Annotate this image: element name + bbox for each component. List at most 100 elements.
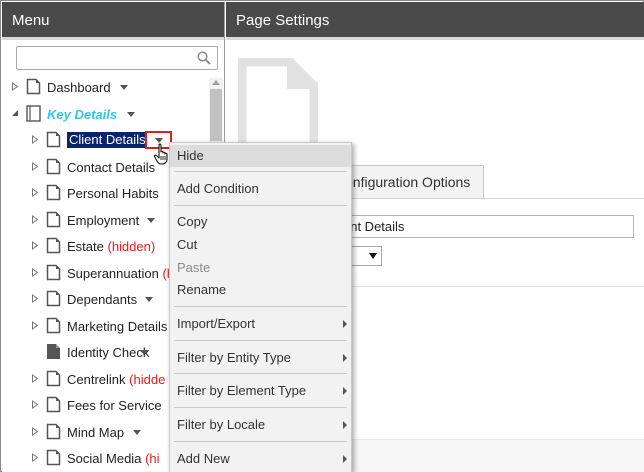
menu-item-filter-by-locale[interactable]: Filter by Locale <box>170 414 351 436</box>
tree-item-label: Key Details <box>47 107 117 122</box>
chevron-down-icon[interactable] <box>120 85 128 90</box>
menu-item-filter-by-entity-type[interactable]: Filter by Entity Type <box>170 347 351 369</box>
tree-item-text: Marketing Details <box>67 318 168 334</box>
tree-item-text: Personal Habits <box>67 186 159 201</box>
expand-right-icon[interactable] <box>31 453 39 462</box>
tab-configuration-options[interactable]: onfiguration Options <box>336 165 484 198</box>
document-icon <box>46 370 61 386</box>
expand-right-icon[interactable] <box>31 188 39 197</box>
expand-down-icon[interactable] <box>11 109 19 118</box>
scroll-up-arrow-icon[interactable] <box>212 80 220 85</box>
chevron-right-icon <box>343 320 347 328</box>
scroll-thumb[interactable] <box>210 89 222 141</box>
chevron-right-icon <box>343 455 347 463</box>
tree-item-label: Social Media (hi <box>67 451 160 466</box>
document-icon <box>46 290 61 307</box>
document-icon <box>46 158 61 174</box>
hidden-badge: (hi <box>145 451 160 466</box>
expand-right-icon[interactable] <box>31 135 39 144</box>
menu-search-input[interactable] <box>16 46 218 70</box>
document-icon <box>46 449 61 466</box>
tree-item-text: Key Details <box>47 106 118 122</box>
menu-item-paste: Paste <box>170 257 351 279</box>
document-icon <box>46 211 61 227</box>
menu-item-label: Cut <box>177 237 198 252</box>
expand-right-icon[interactable] <box>31 320 39 330</box>
expand-right-icon[interactable] <box>31 161 39 171</box>
tree-item-text: Mind Map <box>67 424 125 440</box>
tree-item-label: Dashboard <box>47 80 111 95</box>
expand-right-icon[interactable] <box>31 373 39 383</box>
menu-item-label: Add Condition <box>177 181 259 196</box>
expand-right-icon[interactable] <box>31 241 39 250</box>
expand-right-icon[interactable] <box>31 426 39 436</box>
tree-item-label: Fees for Service <box>67 398 162 413</box>
expand-right-icon[interactable] <box>11 82 19 91</box>
document-icon <box>26 78 41 95</box>
page-settings-title: Page Settings <box>226 2 644 40</box>
search-icon[interactable] <box>197 51 211 65</box>
tree-item-text: Contact Details <box>67 159 156 175</box>
tree-item-label: Marketing Details <box>67 319 167 334</box>
menu-separator <box>174 373 347 374</box>
menu-item-label: Rename <box>177 282 227 297</box>
menu-item-add-new[interactable]: Add New <box>170 448 351 470</box>
hidden-badge: (hidden) <box>107 239 156 254</box>
chevron-down-icon[interactable] <box>127 111 135 117</box>
tree-item-label: Employment <box>67 213 139 228</box>
document-icon <box>46 317 61 333</box>
tree-item-text: Client Details <box>69 132 146 147</box>
menu-separator <box>174 171 347 172</box>
tree-item-label: Superannuation (hi <box>67 266 177 281</box>
chevron-down-icon[interactable] <box>145 297 153 302</box>
menu-panel-title: Menu <box>2 2 224 40</box>
menu-item-copy[interactable]: Copy <box>170 211 351 233</box>
tree-item-label: Client Details <box>67 132 148 148</box>
hand-cursor-icon <box>153 143 168 165</box>
tree-item[interactable]: Key Details <box>2 101 224 127</box>
menu-item-cut[interactable]: Cut <box>170 234 351 256</box>
document-icon <box>46 237 61 254</box>
menu-separator <box>174 441 347 442</box>
menu-item-filter-by-element-type[interactable]: Filter by Element Type <box>170 380 351 402</box>
chevron-down-icon[interactable] <box>140 350 148 355</box>
filled-document-icon <box>47 344 60 359</box>
chevron-down-icon <box>369 253 377 259</box>
chevron-right-icon <box>343 387 347 395</box>
page-name-field[interactable]: ent Details <box>336 215 634 238</box>
tree-item-label: Dependants <box>67 292 137 307</box>
chevron-down-icon[interactable] <box>133 429 141 435</box>
menu-item-label: Filter by Locale <box>177 417 266 432</box>
tree-item-text: Superannuation <box>67 265 159 281</box>
menu-item-label: Hide <box>177 148 204 163</box>
expand-right-icon[interactable] <box>31 214 39 224</box>
chevron-down-icon[interactable] <box>147 217 155 223</box>
menu-item-label: Paste <box>177 260 211 275</box>
menu-item-hide[interactable]: Hide <box>170 145 351 167</box>
expand-right-icon[interactable] <box>31 294 39 303</box>
menu-separator <box>174 340 347 341</box>
tree-item-label: Identity Check <box>67 345 149 360</box>
menu-item-add-condition[interactable]: Add Condition <box>170 178 351 200</box>
tree-item-text: Fees for Service <box>67 398 162 413</box>
menu-item-label: Copy <box>177 214 208 229</box>
document-icon <box>46 264 61 280</box>
form-icon <box>26 104 41 122</box>
context-menu: Hide Add Condition Copy Cut Paste Rename Impor… <box>169 142 352 472</box>
menu-item-label: Filter by Element Type <box>177 383 307 398</box>
chevron-right-icon <box>343 354 347 362</box>
tree-item-label: Centrelink (hidde <box>67 372 165 387</box>
document-icon <box>46 184 61 201</box>
tree-item-text: Centrelink <box>67 371 126 387</box>
menu-item-import-export[interactable]: Import/Export <box>170 313 351 335</box>
tree-item[interactable]: Dashboard <box>2 74 224 100</box>
tree-item-text: Social Media <box>67 451 142 466</box>
tree-item-text: Estate <box>67 239 104 254</box>
menu-item-rename[interactable]: Rename <box>170 279 351 301</box>
page-document-icon <box>238 58 318 154</box>
menu-item-label: Add New <box>177 451 230 466</box>
tree-item-label: Personal Habits <box>67 186 159 201</box>
expand-right-icon[interactable] <box>31 267 39 277</box>
menu-item-label: Filter by Entity Type <box>177 350 291 365</box>
expand-right-icon[interactable] <box>31 400 39 409</box>
